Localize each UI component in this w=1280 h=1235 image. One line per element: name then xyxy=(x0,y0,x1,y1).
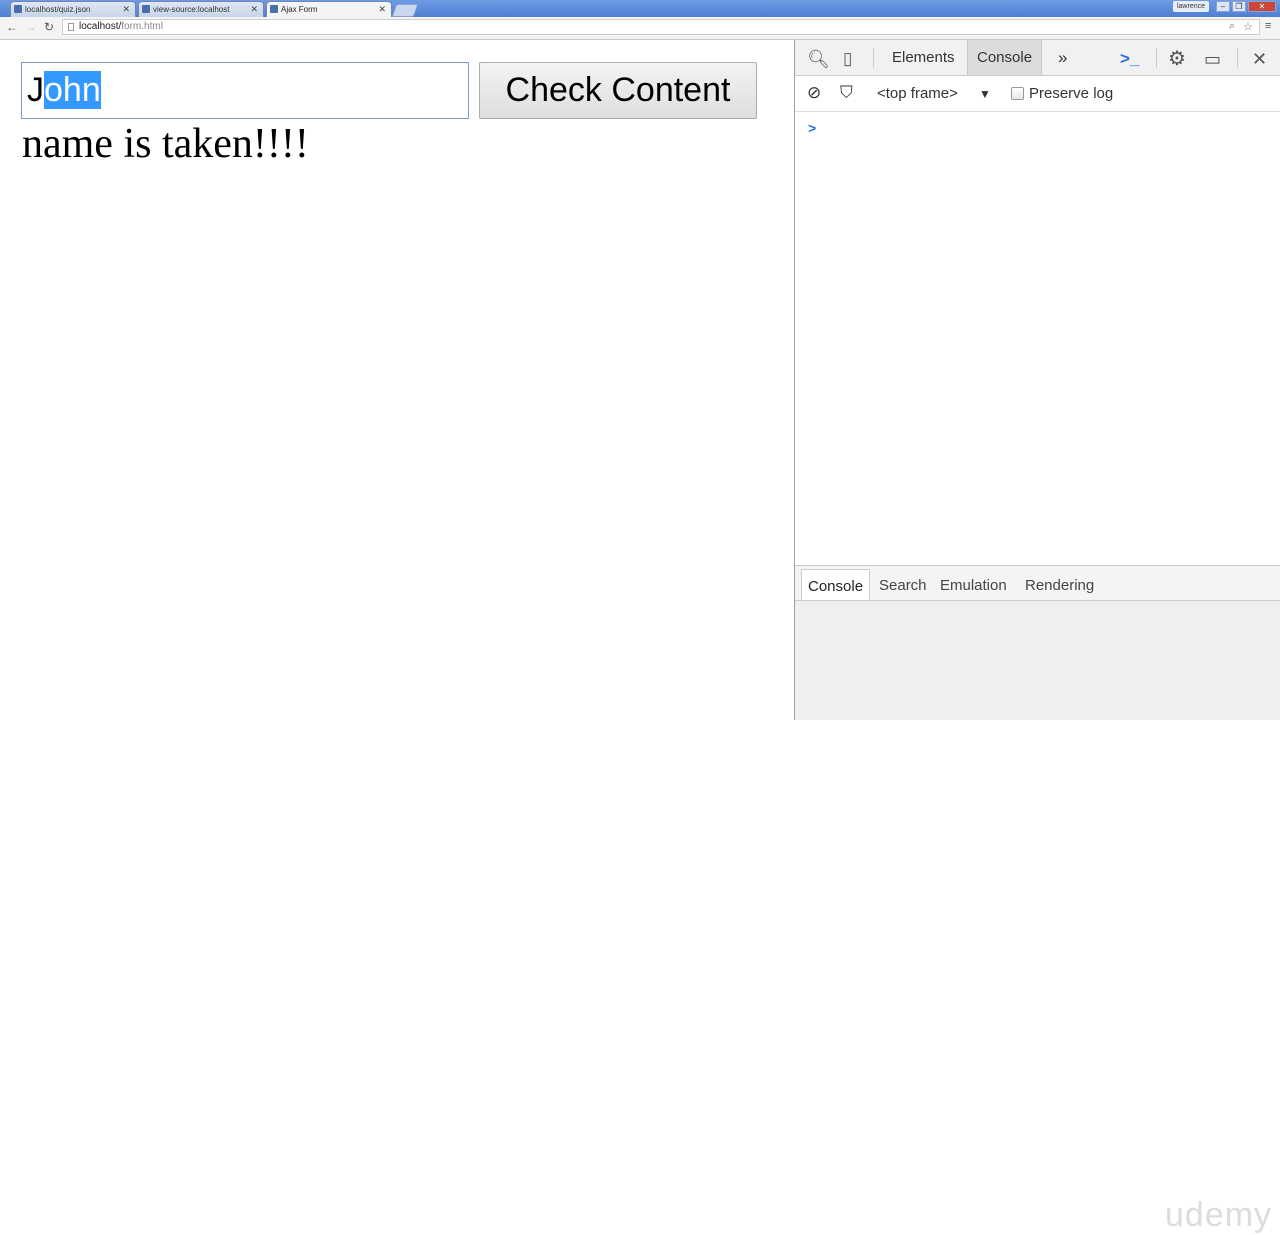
drawer-tab-bar: Console Search Emulation Rendering xyxy=(795,566,1280,601)
gear-icon[interactable]: ⚙ xyxy=(1168,46,1186,71)
toolbar-divider xyxy=(873,48,874,68)
tab-label: localhost/quiz.json xyxy=(25,5,91,14)
forward-arrow-icon[interactable]: → xyxy=(25,20,37,34)
toolbar-divider xyxy=(1237,48,1238,68)
reload-icon[interactable]: ↻ xyxy=(44,20,54,34)
page-favicon-icon xyxy=(270,5,278,13)
input-text-selection: ohn xyxy=(44,71,101,109)
filter-icon[interactable]: ⛉ xyxy=(840,83,853,103)
close-tab-icon[interactable]: ✕ xyxy=(378,4,386,15)
tab-ajax-form[interactable]: Ajax Form ✕ xyxy=(266,1,392,17)
preserve-log-checkbox[interactable] xyxy=(1011,87,1024,100)
page-icon xyxy=(68,23,74,31)
preserve-log-label: Preserve log xyxy=(1029,85,1114,102)
check-content-button[interactable]: Check Content xyxy=(479,62,757,119)
minimize-button[interactable]: – xyxy=(1216,1,1230,12)
restore-button[interactable]: ❐ xyxy=(1232,1,1246,12)
tab-strip: localhost/quiz.json ✕ view-source:localh… xyxy=(0,0,1280,17)
tab-label: Ajax Form xyxy=(281,5,318,14)
tab-elements[interactable]: Elements xyxy=(883,40,964,75)
console-filter-bar: ⊘ ⛉ <top frame> ▼ Preserve log xyxy=(795,76,1280,112)
bookmark-star-icon[interactable]: ☆ xyxy=(1243,20,1253,33)
devtools-toolbar: 🔍︎ ▯ Elements Console » >_ ⚙ ▭ ✕ xyxy=(795,40,1280,76)
page-content: John Check Content name is taken!!!! xyxy=(0,40,794,720)
zoom-icon[interactable]: ⌕ xyxy=(1229,20,1235,33)
close-icon[interactable]: ✕ xyxy=(1252,49,1267,70)
search-icon[interactable]: 🔍︎ xyxy=(807,49,830,70)
browser-toolbar: ← → ↻ localhost/form.html ⌕ ☆ ≡ xyxy=(0,17,1280,40)
input-text-unselected: J xyxy=(27,71,44,109)
result-message: name is taken!!!! xyxy=(22,121,309,167)
menu-icon[interactable]: ≡ xyxy=(1265,20,1271,32)
drawer-tab-rendering[interactable]: Rendering xyxy=(1019,569,1100,600)
more-tabs-button[interactable]: » xyxy=(1049,40,1076,75)
toolbar-divider xyxy=(1156,48,1157,68)
page-favicon-icon xyxy=(14,5,22,13)
drawer-tab-search[interactable]: Search xyxy=(873,569,933,600)
drawer-tab-console[interactable]: Console xyxy=(801,569,871,600)
url-host: localhost/ xyxy=(79,21,122,32)
console-prompt[interactable]: > xyxy=(808,120,816,136)
close-tab-icon[interactable]: ✕ xyxy=(250,4,258,15)
page-favicon-icon xyxy=(142,5,150,13)
drawer-tab-emulation[interactable]: Emulation xyxy=(934,569,1013,600)
back-arrow-icon[interactable]: ← xyxy=(6,20,18,34)
new-tab-button[interactable] xyxy=(391,4,419,17)
console-drawer-icon[interactable]: >_ xyxy=(1120,49,1139,69)
frame-selector[interactable]: <top frame> xyxy=(877,85,958,102)
tab-quiz-json[interactable]: localhost/quiz.json ✕ xyxy=(10,1,136,17)
user-profile-button[interactable]: lawrence xyxy=(1173,1,1209,12)
udemy-watermark: udemy xyxy=(1165,1196,1273,1234)
device-mode-icon[interactable]: ▯ xyxy=(843,49,852,69)
clear-console-icon[interactable]: ⊘ xyxy=(807,83,821,103)
dock-side-icon[interactable]: ▭ xyxy=(1204,49,1221,70)
tab-console[interactable]: Console xyxy=(967,40,1043,75)
url-path: form.html xyxy=(121,21,163,32)
devtools-drawer: Console Search Emulation Rendering udemy xyxy=(795,565,1280,1234)
name-input[interactable]: John xyxy=(21,62,469,119)
address-bar[interactable]: localhost/form.html xyxy=(62,19,1260,35)
close-window-button[interactable]: ✕ xyxy=(1248,1,1276,12)
devtools-panel: 🔍︎ ▯ Elements Console » >_ ⚙ ▭ ✕ ⊘ ⛉ <to… xyxy=(794,40,1280,1234)
chevron-down-icon[interactable]: ▼ xyxy=(979,87,991,101)
tab-label: view-source:localhost xyxy=(153,5,230,14)
tab-view-source[interactable]: view-source:localhost ✕ xyxy=(138,1,264,17)
close-tab-icon[interactable]: ✕ xyxy=(122,4,130,15)
